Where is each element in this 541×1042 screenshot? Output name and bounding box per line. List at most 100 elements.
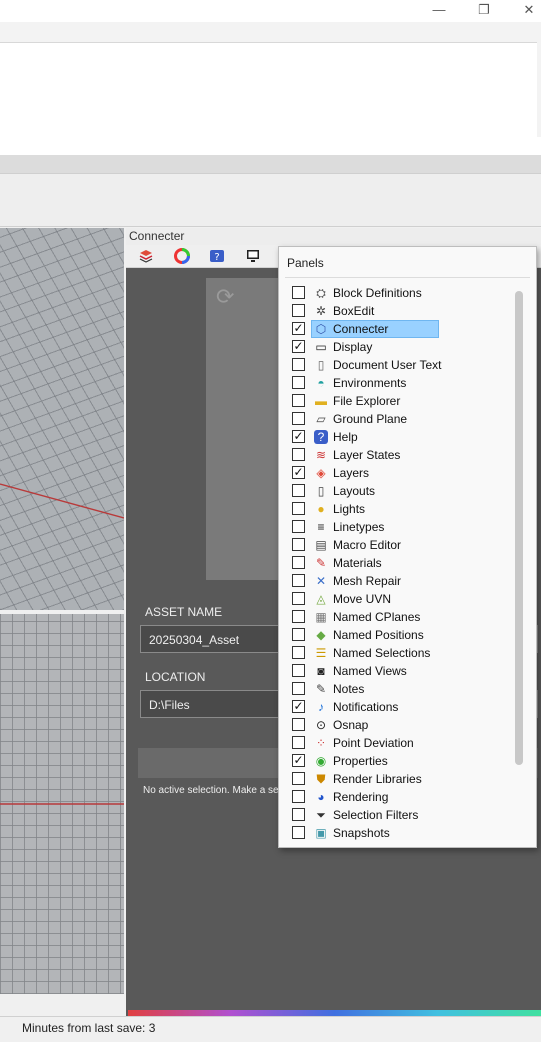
named-selections-icon: ☰ <box>315 646 327 660</box>
top-viewport[interactable] <box>0 614 124 994</box>
checkbox[interactable] <box>292 412 305 425</box>
panels-menu-item-layers[interactable]: ✓ ◈ Layers <box>279 464 515 482</box>
menu-item-label: Move UVN <box>333 592 392 606</box>
menu-item-label: Mesh Repair <box>333 574 402 588</box>
checkbox[interactable] <box>292 682 305 695</box>
checkbox[interactable] <box>292 520 305 533</box>
close-button[interactable]: ✕ <box>514 0 541 20</box>
toolbar-tab-strip[interactable] <box>0 155 541 174</box>
menu-item-label: Notes <box>333 682 365 696</box>
checkbox[interactable] <box>292 484 305 497</box>
panels-menu-item-layer-states[interactable]: ≋ Layer States <box>279 446 515 464</box>
panels-menu-item-macro-editor[interactable]: ▤ Macro Editor <box>279 536 515 554</box>
menu-separator <box>285 277 530 278</box>
checkbox[interactable] <box>292 664 305 677</box>
checkbox[interactable]: ✓ <box>292 322 305 335</box>
help-icon[interactable]: ? <box>209 248 225 264</box>
menu-scrollbar[interactable] <box>515 291 523 765</box>
panels-menu-item-named-cplanes[interactable]: ▦ Named CPlanes <box>279 608 515 626</box>
panels-menu-item-help[interactable]: ✓? Help <box>279 428 515 446</box>
panels-menu-item-move-uvn[interactable]: ◬ Move UVN <box>279 590 515 608</box>
checkbox[interactable]: ✓ <box>292 340 305 353</box>
panels-menu-item-selection-filters[interactable]: ⏷ Selection Filters <box>279 806 515 824</box>
panels-menu-item-point-deviation[interactable]: ⁘ Point Deviation <box>279 734 515 752</box>
color-wheel-icon: ◉ <box>315 754 327 768</box>
mesh-repair-icon: ✕ <box>315 574 327 588</box>
checkbox[interactable] <box>292 556 305 569</box>
panels-menu-item-osnap[interactable]: ⊙ Osnap <box>279 716 515 734</box>
checkbox[interactable] <box>292 304 305 317</box>
checkbox[interactable]: ✓ <box>292 700 305 713</box>
menu-item-label: Ground Plane <box>333 412 408 426</box>
checkbox[interactable] <box>292 646 305 659</box>
panels-menu-item-document-user-text[interactable]: ▯ Document User Text <box>279 356 515 374</box>
layers-icon: ◈ <box>316 466 326 480</box>
panels-menu-item-ground-plane[interactable]: ▱ Ground Plane <box>279 410 515 428</box>
menu-item-label: Selection Filters <box>333 808 419 822</box>
panels-menu-item-block-definitions[interactable]: ⛭ Block Definitions <box>279 284 515 302</box>
panels-menu-item-rendering[interactable]: ◕ Rendering <box>279 788 515 806</box>
selection-status-text: No active selection. Make a sel <box>143 785 281 796</box>
checkbox[interactable] <box>292 772 305 785</box>
checkbox[interactable] <box>292 628 305 641</box>
checkbox[interactable] <box>292 448 305 461</box>
panels-menu-item-display[interactable]: ✓ ▭ Display <box>279 338 515 356</box>
command-history-text-area[interactable] <box>0 42 537 139</box>
panels-menu-item-render-libraries[interactable]: ⛊ Render Libraries <box>279 770 515 788</box>
checkbox[interactable] <box>292 538 305 551</box>
display-icon[interactable] <box>245 248 261 264</box>
menu-item-label: Help <box>333 430 358 444</box>
panels-menu-item-mesh-repair[interactable]: ✕ Mesh Repair <box>279 572 515 590</box>
panels-menu-item-lights[interactable]: ● Lights <box>279 500 515 518</box>
panels-menu-item-connecter[interactable]: ✓ ⬡ Connecter <box>279 320 515 338</box>
checkbox[interactable] <box>292 736 305 749</box>
panels-menu-item-boxedit[interactable]: ✲ BoxEdit <box>279 302 515 320</box>
checkbox[interactable] <box>292 394 305 407</box>
panels-menu-item-materials[interactable]: ✎ Materials <box>279 554 515 572</box>
menu-item-label: Osnap <box>333 718 369 732</box>
panels-menu-item-layouts[interactable]: ▯ Layouts <box>279 482 515 500</box>
panel-title: Connecter <box>126 228 541 245</box>
checkbox[interactable] <box>292 358 305 371</box>
menu-item-label: Render Libraries <box>333 772 422 786</box>
boxedit-icon: ✲ <box>315 304 327 318</box>
panels-menu-item-named-positions[interactable]: ◆ Named Positions <box>279 626 515 644</box>
menu-item-label: Layouts <box>333 484 376 498</box>
checkbox[interactable] <box>292 286 305 299</box>
toolbar-area[interactable] <box>0 174 541 227</box>
panels-menu-item-file-explorer[interactable]: ▬ File Explorer <box>279 392 515 410</box>
refresh-icon[interactable]: ⟳ <box>216 286 238 308</box>
panels-menu-item-linetypes[interactable]: ≡ Linetypes <box>279 518 515 536</box>
menu-item-label: Properties <box>333 754 388 768</box>
checkbox[interactable] <box>292 610 305 623</box>
command-prompt-input[interactable] <box>0 137 541 155</box>
checkbox[interactable]: ✓ <box>292 754 305 767</box>
checkbox[interactable] <box>292 502 305 515</box>
panels-menu-item-notes[interactable]: ✎ Notes <box>279 680 515 698</box>
filter-icon: ⏷ <box>316 808 326 822</box>
checkbox[interactable] <box>292 808 305 821</box>
checkbox[interactable] <box>292 790 305 803</box>
menu-item-label: Point Deviation <box>333 736 414 750</box>
checkbox[interactable]: ✓ <box>292 466 305 479</box>
checkbox[interactable]: ✓ <box>292 430 305 443</box>
restore-button[interactable]: ❐ <box>469 0 499 20</box>
panels-menu-item-named-selections[interactable]: ☰ Named Selections <box>279 644 515 662</box>
panels-menu-item-properties[interactable]: ✓ ◉ Properties <box>279 752 515 770</box>
panels-menu-item-named-views[interactable]: ◙ Named Views <box>279 662 515 680</box>
color-wheel-icon[interactable] <box>174 248 190 264</box>
layers-icon[interactable] <box>138 248 154 264</box>
checkbox[interactable] <box>292 574 305 587</box>
checkbox[interactable] <box>292 376 305 389</box>
light-icon: ● <box>317 502 325 516</box>
perspective-viewport[interactable] <box>0 228 124 610</box>
panels-menu-item-snapshots[interactable]: ▣ Snapshots <box>279 824 515 840</box>
panels-menu-title: Panels <box>287 256 324 270</box>
checkbox[interactable] <box>292 592 305 605</box>
panels-menu-item-notifications[interactable]: ✓ ♪ Notifications <box>279 698 515 716</box>
panels-menu-item-environments[interactable]: ◓ Environments <box>279 374 515 392</box>
checkbox[interactable] <box>292 826 305 839</box>
checkbox[interactable] <box>292 718 305 731</box>
menu-item-label: Environments <box>333 376 407 390</box>
minimize-button[interactable]: — <box>424 0 454 20</box>
